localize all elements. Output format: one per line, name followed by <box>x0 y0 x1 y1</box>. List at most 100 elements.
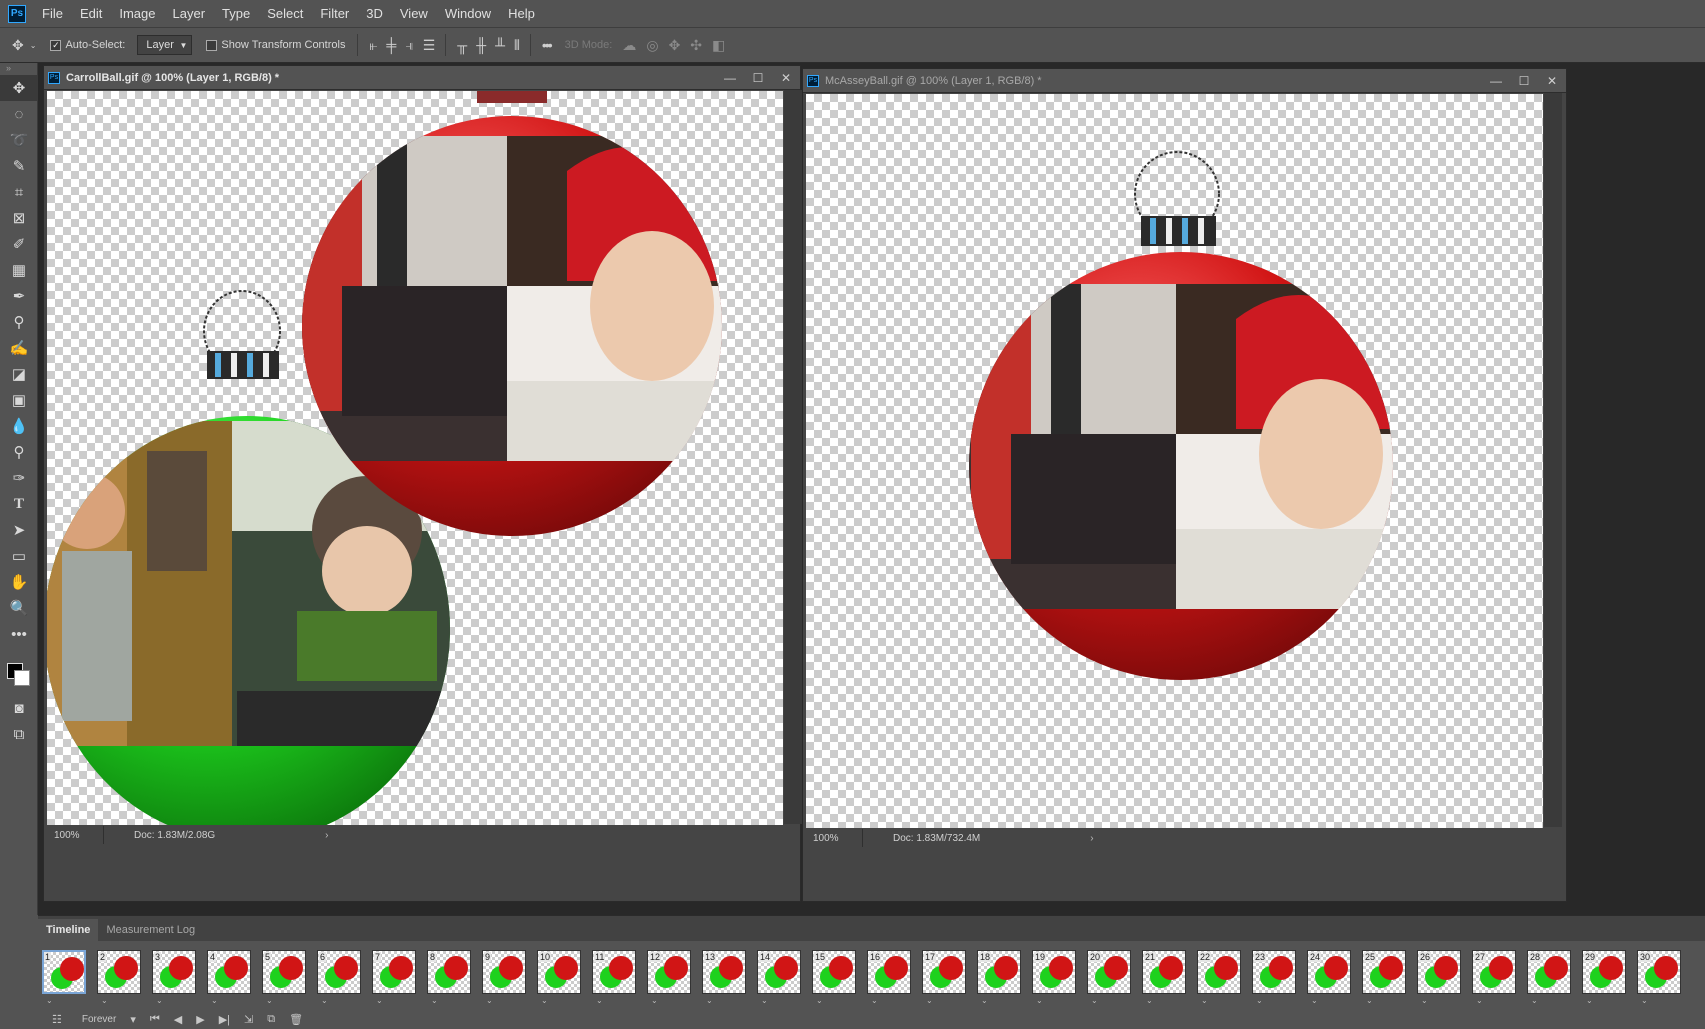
animation-frame[interactable]: 27 ⌄ <box>1468 946 1523 1006</box>
frame-delay[interactable]: ⌄ <box>816 996 823 1005</box>
animation-frame[interactable]: 20 ⌄ <box>1083 946 1138 1006</box>
animation-frame[interactable]: 14 ⌄ <box>753 946 808 1006</box>
duplicate-frame-icon[interactable]: ⧉ <box>267 1013 275 1026</box>
3d-slide-icon[interactable]: ✣ <box>690 37 702 54</box>
animation-frame[interactable]: 11 ⌄ <box>588 946 643 1006</box>
animation-frame[interactable]: 25 ⌄ <box>1358 946 1413 1006</box>
frame-delay[interactable]: ⌄ <box>1311 996 1318 1005</box>
eyedropper-tool-icon[interactable]: ✐ <box>0 231 38 257</box>
animation-frame[interactable]: 8 ⌄ <box>423 946 478 1006</box>
menu-image[interactable]: Image <box>119 6 155 21</box>
trash-icon[interactable]: 🗑 <box>289 1013 303 1026</box>
tab-timeline[interactable]: Timeline <box>38 919 99 941</box>
doc-size-readout[interactable]: Doc: 1.83M/2.08G <box>134 830 215 841</box>
move-tool-icon[interactable]: ✥ ⌄ <box>12 37 36 54</box>
distribute-icon[interactable]: ☰ <box>423 37 435 54</box>
3d-roll-icon[interactable]: ◎ <box>646 37 658 54</box>
align-left-icon[interactable]: ⫦ <box>369 37 377 54</box>
canvas-carroll[interactable] <box>47 91 783 825</box>
animation-frame[interactable]: 29 ⌄ <box>1578 946 1633 1006</box>
animation-frame[interactable]: 1 ⌄ <box>38 946 93 1006</box>
magic-wand-tool-icon[interactable]: ✎ <box>0 153 38 179</box>
3d-scale-icon[interactable]: ◧ <box>712 37 725 54</box>
animation-frame[interactable]: 30 ⌄ <box>1633 946 1688 1006</box>
close-icon[interactable]: ✕ <box>772 71 800 85</box>
frame-delay[interactable]: ⌄ <box>266 996 273 1005</box>
chevron-right-icon[interactable]: › <box>325 830 328 841</box>
align-top-icon[interactable]: ╥ <box>457 37 467 53</box>
menu-3d[interactable]: 3D <box>366 6 383 21</box>
tween-icon[interactable]: ⇲ <box>244 1013 253 1026</box>
screen-mode-icon[interactable]: ⧉ <box>0 721 38 747</box>
animation-frame[interactable]: 2 ⌄ <box>93 946 148 1006</box>
frame-delay[interactable]: ⌄ <box>431 996 438 1005</box>
canvas-mcassey[interactable] <box>806 94 1543 828</box>
path-selection-tool-icon[interactable]: ➤ <box>0 517 38 543</box>
move-tool-icon[interactable]: ✥ <box>0 75 38 101</box>
frame-delay[interactable]: ⌄ <box>596 996 603 1005</box>
distribute-vertical-icon[interactable]: ⫴ <box>514 37 520 54</box>
tab-measurement-log[interactable]: Measurement Log <box>98 919 203 941</box>
document-tab-carroll[interactable]: Ps CarrollBall.gif @ 100% (Layer 1, RGB/… <box>44 66 800 90</box>
3d-orbit-icon[interactable]: ☁ <box>622 37 636 54</box>
pen-tool-icon[interactable]: ✑ <box>0 465 38 491</box>
quick-mask-icon[interactable]: ◙ <box>0 695 38 721</box>
animation-frame[interactable]: 23 ⌄ <box>1248 946 1303 1006</box>
hand-tool-icon[interactable]: ✋ <box>0 569 38 595</box>
minimize-icon[interactable]: — <box>1482 74 1510 88</box>
doc-size-readout[interactable]: Doc: 1.83M/732.4M <box>893 833 980 844</box>
vertical-scrollbar[interactable] <box>784 90 802 824</box>
animation-frame[interactable]: 7 ⌄ <box>368 946 423 1006</box>
frame-delay[interactable]: ⌄ <box>46 996 53 1005</box>
menu-file[interactable]: File <box>42 6 63 21</box>
animation-frame[interactable]: 15 ⌄ <box>808 946 863 1006</box>
frame-delay[interactable]: ⌄ <box>1476 996 1483 1005</box>
align-right-icon[interactable]: ⫣ <box>405 37 414 54</box>
vertical-scrollbar[interactable] <box>1544 93 1562 827</box>
animation-frame[interactable]: 28 ⌄ <box>1523 946 1578 1006</box>
type-tool-icon[interactable]: T <box>0 491 38 517</box>
show-transform-checkbox[interactable]: Show Transform Controls <box>206 39 345 51</box>
align-center-icon[interactable]: ╪ <box>386 37 396 53</box>
marquee-tool-icon[interactable]: ◌ <box>0 101 38 127</box>
frame-delay[interactable]: ⌄ <box>1036 996 1043 1005</box>
animation-frame[interactable]: 21 ⌄ <box>1138 946 1193 1006</box>
frame-delay[interactable]: ⌄ <box>1531 996 1538 1005</box>
animation-frame[interactable]: 6 ⌄ <box>313 946 368 1006</box>
first-frame-icon[interactable]: ⏮ <box>150 1013 160 1026</box>
background-color-swatch[interactable] <box>14 670 30 686</box>
crop-tool-icon[interactable]: ⌗ <box>0 179 38 205</box>
animation-frame[interactable]: 17 ⌄ <box>918 946 973 1006</box>
animation-frame[interactable]: 5 ⌄ <box>258 946 313 1006</box>
frame-delay[interactable]: ⌄ <box>761 996 768 1005</box>
brush-tool-icon[interactable]: ✒ <box>0 283 38 309</box>
clone-stamp-tool-icon[interactable]: ⚲ <box>0 309 38 335</box>
animation-frame[interactable]: 18 ⌄ <box>973 946 1028 1006</box>
frame-delay[interactable]: ⌄ <box>981 996 988 1005</box>
frame-delay[interactable]: ⌄ <box>651 996 658 1005</box>
menu-filter[interactable]: Filter <box>320 6 349 21</box>
rectangle-tool-icon[interactable]: ▭ <box>0 543 38 569</box>
zoom-tool-icon[interactable]: 🔍 <box>0 595 38 621</box>
frame-delay[interactable]: ⌄ <box>1091 996 1098 1005</box>
panel-collapse-icon[interactable]: » <box>0 63 37 75</box>
align-middle-icon[interactable]: ╫ <box>476 37 486 53</box>
frame-tool-icon[interactable]: ⊠ <box>0 205 38 231</box>
loop-dropdown[interactable]: Forever <box>82 1014 116 1025</box>
frame-delay[interactable]: ⌄ <box>1641 996 1648 1005</box>
frame-delay[interactable]: ⌄ <box>1146 996 1153 1005</box>
animation-frame[interactable]: 26 ⌄ <box>1413 946 1468 1006</box>
frame-delay[interactable]: ⌄ <box>486 996 493 1005</box>
animation-frame[interactable]: 19 ⌄ <box>1028 946 1083 1006</box>
edit-toolbar-icon[interactable]: ••• <box>0 621 38 647</box>
menu-select[interactable]: Select <box>267 6 303 21</box>
frame-delay[interactable]: ⌄ <box>321 996 328 1005</box>
convert-timeline-icon[interactable]: ☷ <box>52 1013 62 1026</box>
auto-select-checkbox[interactable]: ✓ Auto-Select: <box>50 39 125 51</box>
frame-delay[interactable]: ⌄ <box>376 996 383 1005</box>
previous-frame-icon[interactable]: ◀ <box>174 1013 182 1026</box>
frame-delay[interactable]: ⌄ <box>541 996 548 1005</box>
frame-delay[interactable]: ⌄ <box>1201 996 1208 1005</box>
animation-frame[interactable]: 16 ⌄ <box>863 946 918 1006</box>
history-brush-tool-icon[interactable]: ✍ <box>0 335 38 361</box>
